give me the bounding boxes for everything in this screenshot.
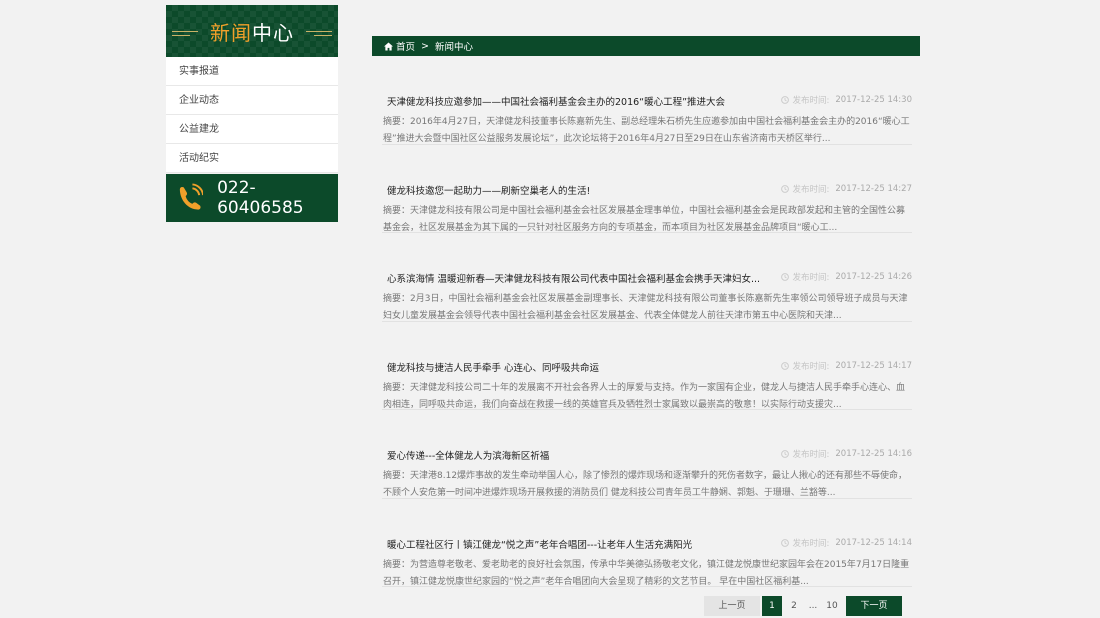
news-title-link[interactable]: 健龙科技与捷洁人民手牵手 心连心、同呼吸共命运 (387, 360, 599, 374)
news-time: 发布时间: 2017-12-25 14:16 (780, 448, 912, 460)
clock-icon (780, 96, 789, 104)
clock-icon (780, 361, 789, 370)
page-10-button[interactable]: 10 (820, 596, 844, 616)
sidebar-item-reports[interactable]: 实事报道 (166, 57, 338, 86)
time-label: 发布时间: (792, 96, 830, 106)
time-label: 发布时间: (792, 361, 830, 372)
breadcrumb-current[interactable]: 新闻中心 (435, 39, 473, 53)
news-time: 发布时间: 2017-12-25 14:30 (780, 94, 912, 106)
decor-line (172, 31, 198, 32)
news-title-link[interactable]: 天津健龙科技应邀参加——中国社会福利基金会主办的2016“暖心工程”推进大会 (387, 94, 725, 108)
news-summary: 摘要：2016年4月27日，天津健龙科技董事长陈嘉新先生、副总经理朱石桥先生应邀… (383, 117, 910, 144)
pagination: 上一页 1 2 ... 10 下一页 (704, 596, 902, 616)
news-item: 天津健龙科技应邀参加——中国社会福利基金会主办的2016“暖心工程”推进大会 发… (382, 56, 912, 145)
news-summary: 摘要：天津健龙科技有限公司是中国社会福利基金会社区发展基金理事单位，中国社会福利… (383, 205, 906, 233)
sidebar-title: 新闻中心 (210, 17, 294, 46)
time-value: 2017-12-25 14:26 (835, 272, 912, 282)
sidebar-menu: 实事报道 企业动态 公益建龙 活动纪实 (166, 57, 338, 173)
phone-box: 022-60406585 (166, 174, 338, 222)
prev-page-button[interactable]: 上一页 (704, 596, 760, 616)
decor-line (172, 35, 190, 36)
breadcrumb: 首页 > 新闻中心 (372, 36, 920, 56)
time-value: 2017-12-25 14:14 (835, 537, 912, 548)
news-title-link[interactable]: 爱心传递---全体健龙人为滨海新区祈福 (387, 448, 549, 462)
sidebar-item-company-news[interactable]: 企业动态 (166, 86, 338, 115)
decor-line (314, 35, 332, 36)
sidebar: 新闻中心 实事报道 企业动态 公益建龙 活动纪实 022-60406585 (166, 5, 338, 222)
clock-icon (780, 538, 789, 547)
news-title-link[interactable]: 心系滨海情 温暖迎新春—天津健龙科技有限公司代表中国社会福利基金会携手天津妇女.… (387, 271, 760, 285)
page-1-button[interactable]: 1 (762, 596, 782, 616)
pagination-ellipsis: ... (808, 601, 818, 611)
page-2-button[interactable]: 2 (782, 596, 806, 616)
time-label: 发布时间: (792, 450, 830, 460)
time-label: 发布时间: (792, 184, 830, 195)
time-value: 2017-12-25 14:27 (835, 183, 912, 194)
news-title-link[interactable]: 健龙科技邀您一起助力——刷新空巢老人的生活! (387, 183, 590, 197)
news-summary: 摘要：天津港8.12爆炸事故的发生牵动举国人心，除了惨烈的爆炸现场和逐渐攀升的死… (383, 471, 908, 498)
time-value: 2017-12-25 14:17 (835, 360, 912, 371)
news-time: 发布时间: 2017-12-25 14:14 (780, 537, 912, 549)
page: 新闻中心 实事报道 企业动态 公益建龙 活动纪实 022-60406585 首页… (0, 0, 1100, 618)
news-time: 发布时间: 2017-12-25 14:27 (780, 183, 912, 195)
news-time: 发布时间: 2017-12-25 14:26 (780, 271, 912, 283)
news-title-link[interactable]: 暖心工程社区行丨镇江健龙“悦之声”老年合唱团---让老年人生活充满阳光 (387, 537, 692, 551)
news-time: 发布时间: 2017-12-25 14:17 (780, 360, 912, 372)
news-summary: 摘要：2月3日，中国社会福利基金会社区发展基金副理事长、天津健龙科技有限公司董事… (383, 294, 908, 321)
sidebar-header: 新闻中心 (166, 5, 338, 57)
clock-icon (780, 450, 789, 458)
main-content: 首页 > 新闻中心 天津健龙科技应邀参加——中国社会福利基金会主办的2016“暖… (372, 36, 920, 587)
time-label: 发布时间: (792, 538, 830, 549)
home-icon (384, 41, 393, 51)
next-page-button[interactable]: 下一页 (846, 596, 902, 616)
news-item: 健龙科技与捷洁人民手牵手 心连心、同呼吸共命运 发布时间: 2017-12-25… (382, 322, 912, 410)
clock-icon (780, 184, 789, 193)
news-summary: 摘要：为营造尊老敬老、爱老助老的良好社会氛围，传承中华美德弘扬敬老文化，镇江健龙… (383, 559, 910, 587)
news-item: 健龙科技邀您一起助力——刷新空巢老人的生活! 发布时间: 2017-12-25 … (382, 145, 912, 233)
time-value: 2017-12-25 14:30 (835, 95, 912, 105)
time-label: 发布时间: (792, 273, 830, 283)
news-summary: 摘要：天津健龙科技公司二十年的发展离不开社会各界人士的厚爱与支持。作为一家国有企… (383, 382, 906, 410)
phone-icon (179, 183, 204, 210)
sidebar-title-part-a: 新闻 (210, 20, 252, 45)
news-item: 心系滨海情 温暖迎新春—天津健龙科技有限公司代表中国社会福利基金会携手天津妇女.… (382, 233, 912, 322)
decor-line (306, 31, 332, 32)
breadcrumb-home-link[interactable]: 首页 (396, 39, 415, 53)
clock-icon (780, 273, 789, 281)
phone-number: 022-60406585 (217, 178, 304, 218)
news-item: 暖心工程社区行丨镇江健龙“悦之声”老年合唱团---让老年人生活充满阳光 发布时间… (382, 499, 912, 587)
time-value: 2017-12-25 14:16 (835, 449, 912, 459)
news-item: 爱心传递---全体健龙人为滨海新区祈福 发布时间: 2017-12-25 14:… (382, 410, 912, 499)
breadcrumb-separator: > (421, 40, 429, 52)
sidebar-item-charity[interactable]: 公益建龙 (166, 115, 338, 144)
sidebar-title-part-b: 中心 (252, 20, 294, 45)
sidebar-item-events[interactable]: 活动纪实 (166, 144, 338, 173)
